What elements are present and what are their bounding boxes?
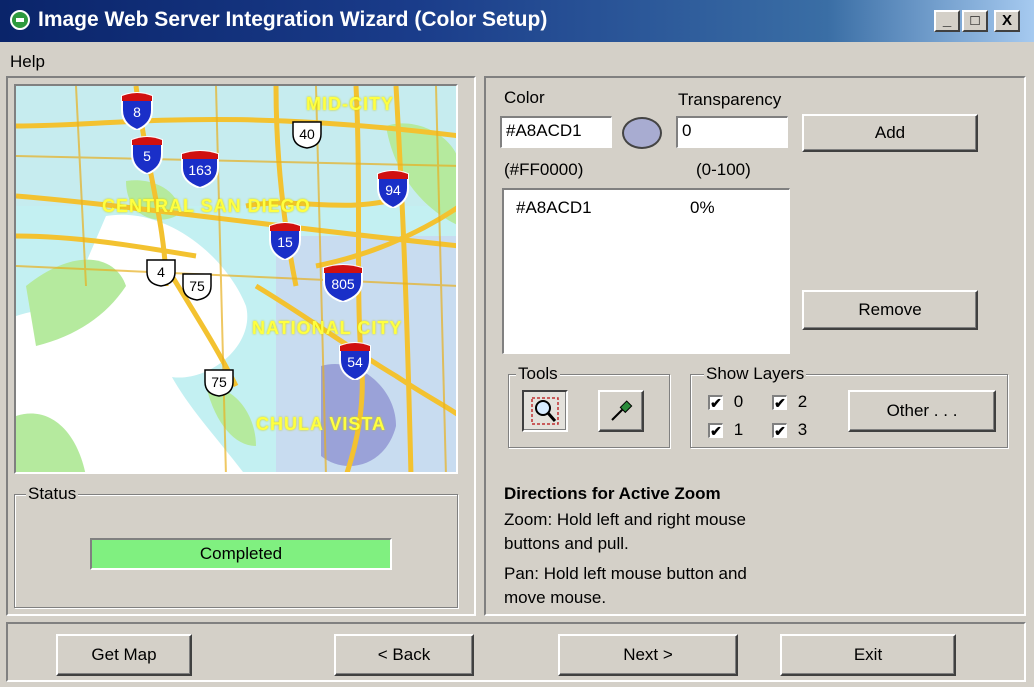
interstate-shield-icon: 15: [268, 220, 302, 262]
color-list-item-color[interactable]: #A8ACD1: [516, 198, 592, 218]
directions-pan-line2: move mouse.: [504, 588, 607, 607]
map-label-central-san-diego: CENTRAL SAN DIEGO: [102, 196, 311, 216]
get-map-button[interactable]: Get Map: [56, 634, 192, 676]
interstate-shield-icon: 8: [120, 90, 154, 132]
layer-checkbox-0[interactable]: ✔ 0: [708, 392, 743, 412]
menu-help[interactable]: Help: [10, 52, 45, 72]
highway-shield-icon: 75: [202, 368, 236, 398]
directions-pan-line1: Pan: Hold left mouse button and: [504, 564, 747, 583]
checkbox-check-icon[interactable]: ✔: [708, 423, 723, 439]
map-label-mid-city: MID-CITY: [306, 94, 394, 114]
minimize-button[interactable]: _: [934, 10, 960, 32]
eyedropper-icon: [611, 400, 633, 421]
map-label-national-city: NATIONAL CITY: [252, 318, 403, 338]
exit-button[interactable]: Exit: [780, 634, 956, 676]
next-button[interactable]: Next >: [558, 634, 738, 676]
transparency-input[interactable]: 0: [676, 116, 788, 148]
map-label-chula-vista: CHULA VISTA: [256, 414, 386, 434]
transparency-label: Transparency: [678, 90, 782, 109]
color-list[interactable]: #A8ACD1 0%: [502, 188, 790, 354]
status-legend: Status: [26, 484, 79, 504]
remove-button[interactable]: Remove: [802, 290, 978, 330]
map-image: [16, 86, 456, 472]
directions-title: Directions for Active Zoom: [504, 484, 721, 503]
layer-checkbox-1[interactable]: ✔ 1: [708, 420, 743, 440]
directions-zoom-line1: Zoom: Hold left and right mouse: [504, 510, 746, 529]
color-label: Color: [504, 88, 545, 107]
interstate-shield-icon: 54: [338, 340, 372, 382]
eyedropper-tool-button[interactable]: [598, 390, 644, 432]
status-text: Completed: [199, 544, 283, 563]
zoom-tool-button[interactable]: [522, 390, 568, 432]
magnifier-icon: [531, 397, 559, 425]
window-title: Image Web Server Integration Wizard (Col…: [38, 8, 548, 31]
interstate-shield-icon: 94: [376, 168, 410, 210]
title-bar: Image Web Server Integration Wizard (Col…: [0, 0, 1034, 42]
layer-checkbox-2[interactable]: ✔ 2: [772, 392, 807, 412]
highway-shield-icon: 4: [144, 258, 178, 288]
directions-zoom-line2: buttons and pull.: [504, 534, 629, 553]
highway-shield-icon: 40: [290, 120, 324, 150]
maximize-button[interactable]: □: [962, 10, 988, 32]
interstate-shield-icon: 163: [180, 148, 220, 190]
show-layers-legend: Show Layers: [704, 364, 807, 384]
app-icon: [10, 10, 30, 30]
interstate-shield-icon: 5: [130, 134, 164, 176]
other-layers-button[interactable]: Other . . .: [848, 390, 996, 432]
color-list-item-pct[interactable]: 0%: [690, 198, 715, 218]
map-view[interactable]: MID-CITY CENTRAL SAN DIEGO NATIONAL CITY…: [14, 84, 458, 474]
status-progress-bar: Completed: [90, 538, 392, 570]
close-button[interactable]: X: [994, 10, 1020, 32]
tools-legend: Tools: [516, 364, 560, 384]
transparency-hint: (0-100): [696, 160, 751, 179]
back-button[interactable]: < Back: [334, 634, 474, 676]
checkbox-check-icon[interactable]: ✔: [772, 395, 787, 411]
checkbox-check-icon[interactable]: ✔: [772, 423, 787, 439]
interstate-shield-icon: 805: [322, 262, 364, 304]
color-input[interactable]: #A8ACD1: [500, 116, 612, 148]
layer-checkbox-3[interactable]: ✔ 3: [772, 420, 807, 440]
checkbox-check-icon[interactable]: ✔: [708, 395, 723, 411]
add-button[interactable]: Add: [802, 114, 978, 152]
highway-shield-icon: 75: [180, 272, 214, 302]
color-hint: (#FF0000): [504, 160, 584, 179]
color-swatch[interactable]: [622, 117, 662, 149]
